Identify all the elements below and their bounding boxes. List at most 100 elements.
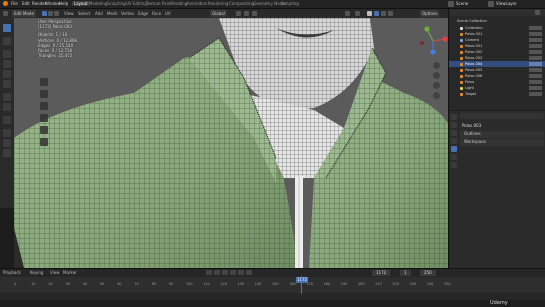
tab-rendering[interactable]: Rendering xyxy=(208,1,228,6)
blender-logo-icon[interactable] xyxy=(3,1,8,6)
menu-face[interactable]: Face xyxy=(152,11,161,16)
visibility-toggle-icon[interactable] xyxy=(529,32,542,36)
menu-vertex[interactable]: Vertex xyxy=(121,11,134,16)
object-tab-icon[interactable] xyxy=(451,146,457,152)
extrude-icon[interactable] xyxy=(3,129,11,137)
panel-outlines[interactable]: Outlines xyxy=(460,131,544,138)
start-frame-field[interactable]: 1 xyxy=(400,270,411,276)
view-layer-icon[interactable] xyxy=(488,1,494,7)
play-reverse-icon[interactable] xyxy=(222,270,228,275)
visibility-toggle-icon[interactable] xyxy=(529,68,542,72)
vertex-select-icon[interactable] xyxy=(42,11,47,16)
outliner-row[interactable]: Target xyxy=(449,91,545,97)
render-tab-icon[interactable] xyxy=(451,122,457,128)
visibility-toggle-icon[interactable] xyxy=(529,86,542,90)
options-dropdown[interactable]: Options xyxy=(420,10,440,17)
visibility-toggle-icon[interactable] xyxy=(529,80,542,84)
output-tab-icon[interactable] xyxy=(451,130,457,136)
tab-uv-editing[interactable]: UV Editing xyxy=(126,1,147,6)
poly-build-icon[interactable] xyxy=(40,102,48,110)
perspective-toggle-icon[interactable] xyxy=(433,92,440,99)
visibility-toggle-icon[interactable] xyxy=(529,56,542,60)
timeline-menu-playback[interactable]: Playback xyxy=(3,270,21,276)
solid-shading-icon[interactable] xyxy=(374,11,379,16)
outliner-filter-icon[interactable] xyxy=(535,10,540,15)
jump-start-icon[interactable] xyxy=(206,270,212,275)
zoom-icon[interactable] xyxy=(433,62,440,69)
bevel-icon[interactable] xyxy=(3,149,11,157)
axis-gizmo[interactable] xyxy=(418,26,448,56)
properties-search[interactable] xyxy=(460,113,544,119)
pivot-icon[interactable] xyxy=(236,11,241,16)
panel-workspace[interactable]: Workspace xyxy=(460,139,544,146)
measure-icon[interactable] xyxy=(3,103,11,111)
move-icon[interactable] xyxy=(3,50,11,58)
annotate-icon[interactable] xyxy=(3,93,11,101)
tab-scripting[interactable]: Scripting xyxy=(281,1,299,6)
snap-icon[interactable] xyxy=(244,11,249,16)
3d-viewport[interactable]: User Perspective (1172) Polos 003 Object… xyxy=(14,18,448,268)
visibility-toggle-icon[interactable] xyxy=(529,38,542,42)
timeline-menu-keying[interactable]: Keying xyxy=(30,270,43,276)
menu-edge[interactable]: Edge xyxy=(138,11,148,16)
proportional-edit-icon[interactable] xyxy=(252,11,257,16)
tab-animation[interactable]: Animation xyxy=(187,1,207,6)
scene-icon[interactable] xyxy=(448,1,454,7)
tool-tab-icon[interactable] xyxy=(451,114,457,120)
menu-file[interactable]: File xyxy=(11,1,18,6)
edge-slide-icon[interactable] xyxy=(40,138,48,146)
menu-edit[interactable]: Edit xyxy=(22,1,30,6)
inset-icon[interactable] xyxy=(3,139,11,147)
menu-select[interactable]: Select xyxy=(78,11,90,16)
menu-help[interactable]: Help xyxy=(59,1,68,6)
pan-icon[interactable] xyxy=(433,72,440,79)
outliner-scene-collection[interactable]: Scene Collection xyxy=(449,18,545,24)
menu-view[interactable]: View xyxy=(64,11,74,16)
visibility-toggle-icon[interactable] xyxy=(529,62,542,66)
visibility-toggle-icon[interactable] xyxy=(529,92,542,96)
add-cube-icon[interactable] xyxy=(3,116,11,124)
smooth-icon[interactable] xyxy=(40,126,48,134)
tab-layout[interactable]: Layout xyxy=(72,1,90,6)
play-icon[interactable] xyxy=(230,270,236,275)
prev-key-icon[interactable] xyxy=(214,270,220,275)
jump-end-icon[interactable] xyxy=(246,270,252,275)
scene-name[interactable]: Scene xyxy=(456,1,468,7)
menu-uv[interactable]: UV xyxy=(165,11,171,16)
knife-icon[interactable] xyxy=(40,90,48,98)
visibility-toggle-icon[interactable] xyxy=(529,44,542,48)
end-frame-field[interactable]: 250 xyxy=(420,270,436,276)
scene-tab-icon[interactable] xyxy=(451,138,457,144)
mode-dropdown[interactable]: Edit Mode xyxy=(12,10,36,17)
visibility-toggle-icon[interactable] xyxy=(529,26,542,30)
transform-icon[interactable] xyxy=(3,80,11,88)
current-frame-field[interactable]: 1172 xyxy=(372,270,391,276)
data-tab-icon[interactable] xyxy=(451,162,457,168)
cursor-icon[interactable] xyxy=(3,37,11,45)
material-shading-icon[interactable] xyxy=(381,11,386,16)
view-layer-name[interactable]: ViewLayer xyxy=(496,1,517,7)
scale-icon[interactable] xyxy=(3,70,11,78)
spin-icon[interactable] xyxy=(40,114,48,122)
rendered-shading-icon[interactable] xyxy=(388,11,393,16)
camera-view-icon[interactable] xyxy=(433,82,440,89)
timeline-menu-view[interactable]: View xyxy=(50,270,60,276)
tab-modeling[interactable]: Modeling xyxy=(89,1,107,6)
timeline-ruler[interactable]: 0 10 20 30 40 50 60 70 80 90 100 110 120 130 140 150 160… xyxy=(0,277,545,293)
select-box-icon[interactable] xyxy=(3,24,11,32)
menu-add[interactable]: Add xyxy=(95,11,103,16)
visibility-toggle-icon[interactable] xyxy=(529,50,542,54)
tab-sculpting[interactable]: Sculpting xyxy=(107,1,126,6)
timeline-menu-marker[interactable]: Marker xyxy=(63,270,77,276)
wireframe-shading-icon[interactable] xyxy=(367,11,372,16)
visibility-toggle-icon[interactable] xyxy=(529,74,542,78)
modifier-tab-icon[interactable] xyxy=(451,154,457,160)
loop-cut-icon[interactable] xyxy=(40,78,48,86)
next-key-icon[interactable] xyxy=(238,270,244,275)
editor-type-icon[interactable] xyxy=(3,11,8,16)
overlays-icon[interactable] xyxy=(355,11,360,16)
face-select-icon[interactable] xyxy=(54,11,59,16)
menu-mesh[interactable]: Mesh xyxy=(107,11,118,16)
tab-texture-paint[interactable]: Texture Paint xyxy=(146,1,172,6)
tab-shading[interactable]: Shading xyxy=(171,1,187,6)
